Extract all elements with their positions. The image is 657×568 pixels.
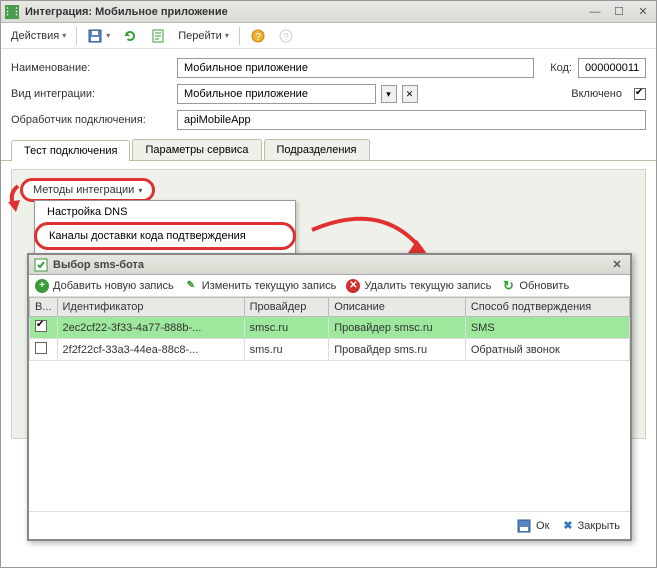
maximize-button[interactable]: ☐ <box>610 4 628 20</box>
code-label: Код: <box>550 62 572 74</box>
tab-service-params[interactable]: Параметры сервиса <box>132 139 261 160</box>
script-icon[interactable] <box>146 26 170 46</box>
save-small-icon <box>517 519 531 533</box>
cell-provider: smsc.ru <box>244 317 329 339</box>
ok-button[interactable]: Ок <box>517 519 549 533</box>
svg-text:?: ? <box>255 32 261 43</box>
data-grid[interactable]: В... Идентификатор Провайдер Описание Сп… <box>29 297 630 511</box>
close-button[interactable]: ✖ Закрыть <box>563 519 620 532</box>
row-checkbox[interactable] <box>35 342 47 354</box>
name-input[interactable] <box>177 58 534 78</box>
main-window: ⋮⋮ Интеграция: Мобильное приложение — ☐ … <box>0 0 657 568</box>
kind-row: Вид интеграции: ▾ ✕ Включено <box>1 81 656 107</box>
close-window-button[interactable]: ✕ <box>634 4 652 20</box>
save-icon[interactable]: ▾ <box>83 26 114 46</box>
grid-header-row: В... Идентификатор Провайдер Описание Сп… <box>30 298 630 317</box>
window-title: Интеграция: Мобильное приложение <box>25 6 580 18</box>
code-input[interactable] <box>578 58 646 78</box>
secondary-help-icon[interactable]: ? <box>274 26 298 46</box>
sms-bot-modal: Выбор sms-бота ✕ +Добавить новую запись … <box>27 253 632 541</box>
titlebar: ⋮⋮ Интеграция: Мобильное приложение — ☐ … <box>1 1 656 23</box>
handler-label: Обработчик подключения: <box>11 114 171 126</box>
svg-text:?: ? <box>283 32 289 43</box>
delete-record-button[interactable]: ✕Удалить текущую запись <box>346 279 491 293</box>
edit-record-button[interactable]: ✎Изменить текущую запись <box>184 279 337 293</box>
table-row[interactable]: 2ec2cf22-3f33-4a77-888b-...smsc.ruПровай… <box>30 317 630 339</box>
actions-menu[interactable]: Действия▾ <box>7 28 70 44</box>
modal-title: Выбор sms-бота <box>53 259 144 271</box>
cell-desc: Провайдер smsc.ru <box>329 317 466 339</box>
col-id[interactable]: Идентификатор <box>57 298 244 317</box>
goto-menu[interactable]: Перейти▾ <box>174 28 233 44</box>
col-checked[interactable]: В... <box>30 298 58 317</box>
modal-toolbar: +Добавить новую запись ✎Изменить текущую… <box>29 275 630 297</box>
enabled-label: Включено <box>434 88 623 100</box>
modal-footer: Ок ✖ Закрыть <box>29 511 630 539</box>
modal-titlebar: Выбор sms-бота ✕ <box>29 255 630 275</box>
minimize-button[interactable]: — <box>586 4 604 20</box>
col-provider[interactable]: Провайдер <box>244 298 329 317</box>
kind-label: Вид интеграции: <box>11 88 171 100</box>
name-row: Наименование: Код: <box>1 55 656 81</box>
kind-input[interactable] <box>177 84 376 104</box>
tab-test-connection[interactable]: Тест подключения <box>11 140 130 161</box>
close-icon: ✖ <box>563 519 572 532</box>
kind-dropdown-button[interactable]: ▾ <box>381 85 397 103</box>
refresh-button[interactable]: ↻Обновить <box>501 279 569 293</box>
col-method[interactable]: Способ подтверждения <box>465 298 629 317</box>
tab-departments[interactable]: Подразделения <box>264 139 370 160</box>
menu-item-delivery-channels[interactable]: Каналы доставки кода подтверждения <box>34 222 296 250</box>
col-desc[interactable]: Описание <box>329 298 466 317</box>
name-label: Наименование: <box>11 62 171 74</box>
row-checkbox[interactable] <box>35 320 47 332</box>
cell-method: Обратный звонок <box>465 339 629 361</box>
annotation-arrow-icon <box>4 184 34 214</box>
modal-close-button[interactable]: ✕ <box>609 257 625 273</box>
select-icon <box>34 258 48 272</box>
cell-desc: Провайдер sms.ru <box>329 339 466 361</box>
kind-clear-button[interactable]: ✕ <box>402 85 418 103</box>
refresh-icon[interactable] <box>118 26 142 46</box>
cell-provider: sms.ru <box>244 339 329 361</box>
cell-id: 2f2f22cf-33a3-44ea-88c8-... <box>57 339 244 361</box>
help-icon[interactable]: ? <box>246 26 270 46</box>
integration-methods-dropdown[interactable]: Методы интеграции▾ <box>20 178 155 202</box>
cell-id: 2ec2cf22-3f33-4a77-888b-... <box>57 317 244 339</box>
handler-row: Обработчик подключения: <box>1 107 656 133</box>
add-record-button[interactable]: +Добавить новую запись <box>35 279 174 293</box>
menu-item-dns[interactable]: Настройка DNS <box>35 201 295 223</box>
handler-input[interactable] <box>177 110 646 130</box>
enabled-checkbox[interactable] <box>634 88 646 100</box>
app-icon: ⋮⋮ <box>5 5 19 19</box>
table-row[interactable]: 2f2f22cf-33a3-44ea-88c8-...sms.ruПровайд… <box>30 339 630 361</box>
cell-method: SMS <box>465 317 629 339</box>
tabs: Тест подключения Параметры сервиса Подра… <box>1 133 656 161</box>
toolbar: Действия▾ ▾ Перейти▾ ? ? <box>1 23 656 49</box>
